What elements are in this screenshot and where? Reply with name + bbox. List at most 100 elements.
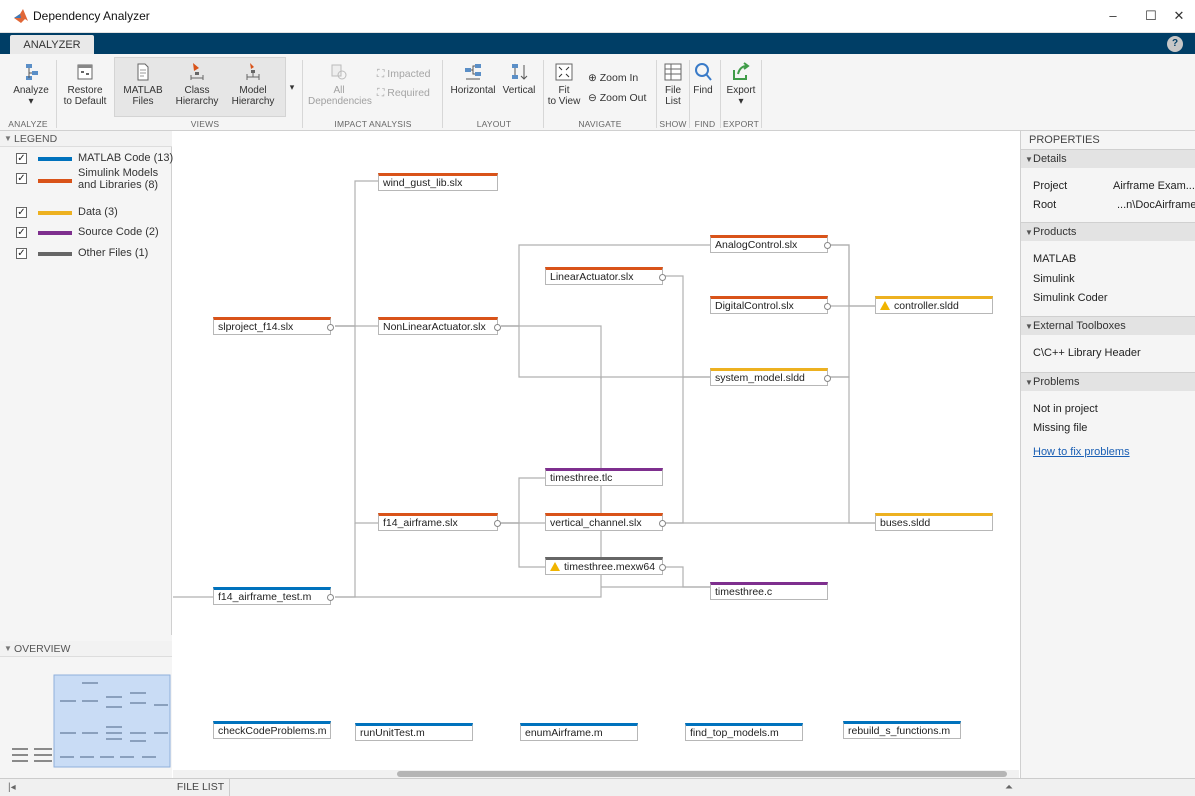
- node-vertical-channel[interactable]: vertical_channel.slx: [545, 513, 666, 531]
- node-label: system_model.sldd: [715, 372, 805, 384]
- node-label: runUnitTest.m: [360, 727, 425, 739]
- section-navigate: NAVIGATE: [578, 119, 622, 129]
- close-button[interactable]: ✕: [1165, 4, 1193, 28]
- node-linearactuator[interactable]: LinearActuator.slx: [545, 267, 666, 285]
- all-dependencies-button[interactable]: All Dependencies: [308, 62, 372, 107]
- node-system-model[interactable]: system_model.sldd: [710, 368, 831, 386]
- port-icon: [327, 324, 334, 331]
- zoom-in-button[interactable]: ⊕ Zoom In: [588, 72, 638, 84]
- node-label: NonLinearActuator.slx: [383, 321, 486, 333]
- node-nonlinearactuator[interactable]: NonLinearActuator.slx: [378, 317, 501, 335]
- zoom-in-label: Zoom In: [599, 72, 639, 84]
- required-button[interactable]: ⛶ Required: [377, 87, 430, 100]
- node-enumairframe[interactable]: enumAirframe.m: [520, 723, 638, 741]
- node-analogcontrol[interactable]: AnalogControl.slx: [710, 235, 831, 253]
- node-buses[interactable]: buses.sldd: [875, 513, 993, 531]
- node-slproject-f14[interactable]: slproject_f14.slx: [213, 317, 334, 335]
- minimize-button[interactable]: –: [1099, 4, 1127, 28]
- maximize-button[interactable]: ☐: [1137, 4, 1165, 28]
- help-icon[interactable]: ?: [1167, 36, 1183, 52]
- overview-minimap[interactable]: [0, 665, 172, 775]
- node-checkcodeproblems[interactable]: checkCodeProblems.m: [213, 721, 331, 739]
- matlab-files-view-button[interactable]: MATLAB Files: [120, 62, 166, 107]
- node-label: f14_airframe_test.m: [218, 591, 312, 603]
- find-icon: [695, 63, 712, 81]
- node-label: AnalogControl.slx: [715, 239, 798, 251]
- port-icon: [659, 520, 666, 527]
- legend-title: LEGEND: [14, 133, 58, 145]
- legend-checkbox[interactable]: ✓: [16, 248, 27, 259]
- fit-label-2: to View: [547, 96, 581, 107]
- collapse-icon: ▼: [1025, 378, 1033, 387]
- fit-to-view-icon: [555, 63, 573, 81]
- external-toolboxes-header[interactable]: ▼ External Toolboxes: [1021, 316, 1195, 335]
- port-icon: [824, 375, 831, 382]
- tab-analyzer[interactable]: ANALYZER: [10, 35, 94, 54]
- node-digitalcontrol[interactable]: DigitalControl.slx: [710, 296, 831, 314]
- product-item: Simulink: [1033, 273, 1075, 285]
- properties-panel: PROPERTIES ▼ Details Project Airframe Exa…: [1020, 131, 1195, 778]
- node-find-top-models[interactable]: find_top_models.m: [685, 723, 803, 741]
- legend-color-swatch: [38, 179, 72, 183]
- vertical-layout-button[interactable]: Vertical: [500, 62, 538, 96]
- collapse-icon: ▼: [1025, 228, 1033, 237]
- section-impact-analysis: IMPACT ANALYSIS: [334, 119, 412, 129]
- views-more-icon[interactable]: ▾: [286, 82, 298, 93]
- node-rebuild-s-functions[interactable]: rebuild_s_functions.m: [843, 721, 961, 739]
- model-hierarchy-label-2: Hierarchy: [231, 96, 275, 107]
- port-icon: [824, 303, 831, 310]
- node-controller[interactable]: controller.sldd: [875, 296, 993, 314]
- problems-header[interactable]: ▼ Problems: [1021, 372, 1195, 391]
- legend-header[interactable]: ▼ LEGEND: [0, 131, 172, 147]
- overview-header[interactable]: ▼ OVERVIEW: [0, 641, 172, 657]
- scrollbar-thumb[interactable]: [397, 771, 1007, 777]
- node-label: f14_airframe.slx: [383, 517, 458, 529]
- class-hierarchy-view-button[interactable]: Class Hierarchy: [172, 62, 222, 107]
- export-label: Export: [726, 85, 756, 96]
- legend-checkbox[interactable]: ✓: [16, 227, 27, 238]
- legend-checkbox[interactable]: ✓: [16, 153, 27, 164]
- node-timesthree-mexw64[interactable]: timesthree.mexw64: [545, 557, 666, 575]
- node-label: buses.sldd: [880, 517, 931, 529]
- details-header[interactable]: ▼ Details: [1021, 149, 1195, 168]
- file-list-label-1: File: [664, 85, 682, 96]
- legend-label: Simulink Models and Libraries (8): [78, 167, 159, 191]
- details-title: Details: [1033, 153, 1067, 165]
- expand-up-icon[interactable]: ⏶: [1005, 782, 1013, 793]
- impacted-button[interactable]: ⛶ Impacted: [377, 68, 430, 81]
- collapse-left-icon[interactable]: |◂: [8, 782, 16, 793]
- collapse-icon: ▼: [4, 134, 12, 143]
- zoom-out-button[interactable]: ⊖ Zoom Out: [588, 92, 646, 104]
- file-list-button[interactable]: File List: [660, 62, 686, 107]
- node-f14-airframe[interactable]: f14_airframe.slx: [378, 513, 501, 531]
- legend-checkbox[interactable]: ✓: [16, 173, 27, 184]
- fit-to-view-button[interactable]: Fit to View: [546, 62, 582, 107]
- node-label: wind_gust_lib.slx: [383, 177, 463, 189]
- all-dependencies-label-1: All: [333, 85, 345, 96]
- legend-checkbox[interactable]: ✓: [16, 207, 27, 218]
- project-value: Airframe Exam...: [1113, 180, 1195, 192]
- dependency-graph-canvas[interactable]: wind_gust_lib.slx slproject_f14.slx NonL…: [173, 131, 1019, 778]
- node-rununittest[interactable]: runUnitTest.m: [355, 723, 473, 741]
- matlab-logo-icon: [14, 9, 28, 23]
- restore-to-default-button[interactable]: Restore to Default: [60, 62, 110, 107]
- node-timesthree-c[interactable]: timesthree.c: [710, 582, 828, 600]
- horizontal-label: Horizontal: [450, 85, 496, 96]
- horizontal-layout-button[interactable]: Horizontal: [448, 62, 498, 96]
- impacted-icon: ⛶: [377, 68, 385, 80]
- model-hierarchy-view-button[interactable]: Model Hierarchy: [226, 62, 280, 107]
- find-button[interactable]: Find: [691, 62, 715, 96]
- node-timesthree-tlc[interactable]: timesthree.tlc: [545, 468, 663, 486]
- node-wind-gust-lib[interactable]: wind_gust_lib.slx: [378, 173, 498, 191]
- file-list-tab[interactable]: FILE LIST: [172, 778, 230, 796]
- analyze-button[interactable]: Analyze ▾: [10, 62, 52, 107]
- zoom-out-icon: ⊖: [588, 92, 597, 104]
- node-f14-airframe-test[interactable]: f14_airframe_test.m: [213, 587, 334, 605]
- products-header[interactable]: ▼ Products: [1021, 222, 1195, 241]
- vertical-label: Vertical: [502, 85, 536, 96]
- legend-label: MATLAB Code (13): [78, 152, 174, 164]
- export-button[interactable]: Export ▾: [724, 62, 758, 107]
- port-icon: [659, 274, 666, 281]
- legend-color-swatch: [38, 157, 72, 161]
- how-to-fix-problems-link[interactable]: How to fix problems: [1033, 446, 1130, 458]
